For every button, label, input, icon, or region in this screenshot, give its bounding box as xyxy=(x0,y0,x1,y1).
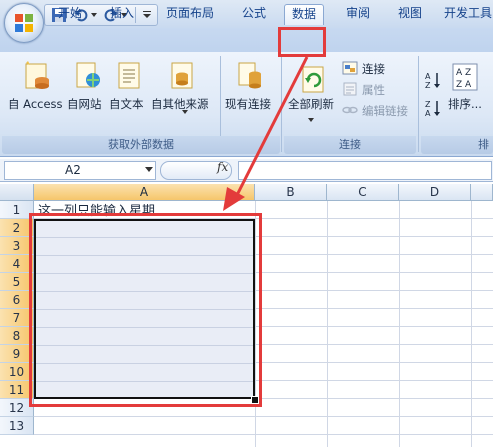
tab-data[interactable]: 数据 xyxy=(284,4,324,25)
annotation-arrow-icon xyxy=(223,56,309,211)
tab-home[interactable]: 开始 xyxy=(50,4,90,24)
name-box[interactable]: A2 xyxy=(4,161,156,180)
connections-icon xyxy=(342,61,358,75)
gridline xyxy=(399,201,400,447)
sort-dialog-icon: A Z Z A xyxy=(452,63,478,91)
select-all-button[interactable] xyxy=(0,184,34,201)
column-header-d[interactable]: D xyxy=(399,184,471,201)
gridline xyxy=(34,416,493,417)
sort-button[interactable]: 排序... xyxy=(448,96,482,112)
name-box-dropdown-icon[interactable] xyxy=(145,167,153,172)
customize-qa-icon[interactable] xyxy=(143,11,151,19)
edit-links-button[interactable]: 编辑链接 xyxy=(362,103,408,119)
sort-ascending-icon[interactable]: AZ xyxy=(424,70,442,90)
sort-descending-icon[interactable]: ZA xyxy=(424,98,442,118)
annotation-highlight-data-tab xyxy=(278,27,326,57)
undo-dropdown-icon[interactable] xyxy=(91,13,97,17)
office-button[interactable] xyxy=(4,3,44,43)
name-box-value: A2 xyxy=(65,163,81,177)
from-access-button[interactable]: 自 Access xyxy=(8,96,63,112)
tab-view[interactable]: 视图 xyxy=(390,4,430,24)
other-sources-icon xyxy=(171,62,193,89)
tab-formulas[interactable]: 公式 xyxy=(234,4,274,24)
text-file-icon xyxy=(118,62,140,89)
group-label-sort-filter: 排 xyxy=(421,136,493,154)
gridline xyxy=(34,434,493,435)
annotation-highlight-range xyxy=(29,213,262,407)
from-other-sources-button[interactable]: 自其他来源 xyxy=(151,96,209,112)
svg-text:A Z: A Z xyxy=(456,68,471,78)
other-sources-dropdown-icon[interactable] xyxy=(182,110,188,114)
svg-text:Z A: Z A xyxy=(456,80,472,90)
edit-links-icon xyxy=(342,106,358,114)
office-logo-icon xyxy=(15,14,33,32)
ribbon-tab-row xyxy=(0,28,493,52)
from-web-button[interactable]: 自网站 xyxy=(67,96,102,112)
column-header-c[interactable]: C xyxy=(327,184,399,201)
tab-developer[interactable]: 开发工具 xyxy=(444,4,493,24)
properties-button[interactable]: 属性 xyxy=(362,82,385,98)
access-database-icon xyxy=(25,61,49,89)
svg-text:A: A xyxy=(425,72,431,81)
group-separator xyxy=(418,56,419,152)
from-text-button[interactable]: 自文本 xyxy=(109,96,144,112)
tab-insert[interactable]: 插入 xyxy=(102,4,142,24)
svg-text:Z: Z xyxy=(425,100,431,109)
gridline xyxy=(327,201,328,447)
properties-icon xyxy=(343,82,357,96)
column-header-e[interactable] xyxy=(471,184,493,201)
tab-page-layout[interactable]: 页面布局 xyxy=(158,4,222,24)
svg-text:Z: Z xyxy=(425,81,431,90)
tab-review[interactable]: 审阅 xyxy=(338,4,378,24)
web-page-icon xyxy=(76,62,100,88)
row-header-13[interactable]: 13 xyxy=(0,417,34,435)
gridline xyxy=(471,201,472,447)
connections-button[interactable]: 连接 xyxy=(362,61,385,77)
svg-text:A: A xyxy=(425,109,431,118)
